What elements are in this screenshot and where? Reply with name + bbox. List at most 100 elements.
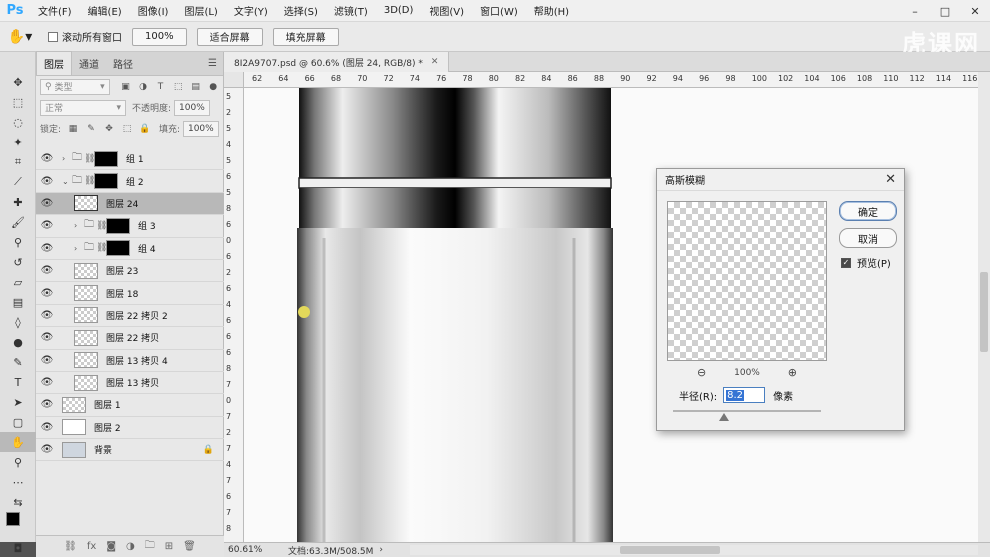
layer-row[interactable]: 👁 › 🗀 ⛓ 组 4: [36, 238, 224, 260]
filter-smart-object-icon[interactable]: ▤: [190, 81, 202, 93]
ruler-origin[interactable]: [224, 72, 244, 88]
visibility-eye-icon[interactable]: 👁: [36, 422, 58, 433]
menu-select[interactable]: 选择(S): [276, 3, 326, 18]
tab-paths[interactable]: 路径: [106, 52, 140, 75]
menu-type[interactable]: 文字(Y): [226, 3, 276, 18]
layer-filter-select[interactable]: ⚲ 类型 ▾: [40, 78, 110, 95]
document-tab[interactable]: 8I2A9707.psd @ 60.6% (图层 24, RGB/8) * ✕: [224, 52, 450, 72]
layer-row[interactable]: 👁 图层 2: [36, 417, 224, 440]
visibility-eye-icon[interactable]: 👁: [36, 243, 58, 254]
layer-row-background[interactable]: 👁 背景 🔒: [36, 439, 224, 462]
menu-file[interactable]: 文件(F): [30, 3, 80, 18]
checkmark-icon[interactable]: ✓: [841, 257, 851, 268]
maximize-button[interactable]: □: [930, 0, 960, 22]
preview-checkbox[interactable]: ✓ 预览(P): [841, 255, 891, 270]
visibility-eye-icon[interactable]: 👁: [36, 220, 58, 231]
layer-row[interactable]: 👁 图层 18: [36, 282, 224, 305]
scroll-thumb[interactable]: [980, 272, 988, 352]
filter-shape-icon[interactable]: ⬚: [172, 81, 184, 93]
visibility-eye-icon[interactable]: 👁: [36, 332, 58, 343]
layer-row-selected[interactable]: 👁 图层 24: [36, 192, 224, 216]
horizontal-scrollbar[interactable]: [410, 545, 978, 555]
zoom-out-icon[interactable]: ⊖: [697, 366, 706, 379]
layer-row[interactable]: 👁 图层 22 拷贝: [36, 327, 224, 350]
scroll-all-windows-checkbox[interactable]: 滚动所有窗口: [48, 29, 122, 44]
filter-toggle-icon[interactable]: ●: [207, 81, 219, 93]
clone-stamp-tool-icon[interactable]: ⚲: [0, 232, 36, 252]
filter-pixel-icon[interactable]: ▣: [120, 81, 132, 93]
visibility-eye-icon[interactable]: 👁: [36, 265, 58, 276]
chevron-right-icon[interactable]: ›: [74, 244, 84, 253]
brush-tool-icon[interactable]: 🖌: [0, 212, 36, 232]
menu-window[interactable]: 窗口(W): [472, 3, 526, 18]
marquee-tool-icon[interactable]: ⬚: [0, 92, 36, 112]
close-icon[interactable]: ✕: [885, 172, 896, 187]
vertical-scrollbar[interactable]: [978, 72, 990, 542]
layer-row[interactable]: 👁 › 🗀 ⛓ 组 3: [36, 215, 224, 238]
menu-view[interactable]: 视图(V): [421, 3, 472, 18]
blur-tool-icon[interactable]: ◊: [0, 312, 36, 332]
layer-row[interactable]: 👁 图层 22 拷贝 2: [36, 305, 224, 328]
menu-image[interactable]: 图像(I): [130, 3, 177, 18]
blur-preview-area[interactable]: [667, 201, 827, 361]
lock-transparent-icon[interactable]: ▦: [67, 123, 79, 135]
layer-row[interactable]: 👁 图层 13 拷贝: [36, 372, 224, 395]
chevron-right-icon[interactable]: ›: [62, 154, 72, 163]
magic-wand-tool-icon[interactable]: ✦: [0, 132, 36, 152]
history-brush-tool-icon[interactable]: ↺: [0, 252, 36, 272]
blend-mode-select[interactable]: 正常 ▾: [40, 99, 126, 116]
quick-mask-icon[interactable]: ◘: [0, 538, 36, 557]
add-mask-icon[interactable]: ◙: [106, 541, 116, 552]
fill-screen-button[interactable]: 填充屏幕: [272, 27, 339, 46]
menu-filter[interactable]: 滤镜(T): [326, 3, 376, 18]
lock-artboard-icon[interactable]: ⬚: [121, 123, 133, 135]
type-tool-icon[interactable]: T: [0, 372, 36, 392]
move-tool-icon[interactable]: ✥: [0, 72, 36, 92]
crop-tool-icon[interactable]: ⌗: [0, 152, 36, 172]
ok-button[interactable]: 确定: [839, 201, 897, 221]
layer-row[interactable]: 👁 图层 1: [36, 394, 224, 417]
visibility-eye-icon[interactable]: 👁: [36, 288, 58, 299]
lock-all-icon[interactable]: 🔒: [139, 123, 151, 135]
visibility-eye-icon[interactable]: 👁: [36, 176, 58, 187]
tab-layers[interactable]: 图层: [36, 51, 72, 75]
fill-field[interactable]: 100%: [182, 120, 219, 137]
close-window-button[interactable]: ✕: [960, 0, 990, 22]
chevron-right-icon[interactable]: ›: [74, 221, 84, 230]
hand-tool-icon[interactable]: ✋: [0, 432, 36, 452]
layer-row[interactable]: 👁 ⌄ 🗀 ⛓ 组 2: [36, 170, 224, 193]
visibility-eye-icon[interactable]: 👁: [36, 198, 58, 209]
layer-row[interactable]: 👁 图层 23: [36, 260, 224, 283]
zoom-tool-icon[interactable]: ⚲: [0, 452, 36, 472]
visibility-eye-icon[interactable]: 👁: [36, 310, 58, 321]
dodge-tool-icon[interactable]: ●: [0, 332, 36, 352]
opacity-field[interactable]: 100%: [174, 99, 211, 116]
filter-adjustment-icon[interactable]: ◑: [137, 81, 149, 93]
gradient-tool-icon[interactable]: ▤: [0, 292, 36, 312]
zoom-level[interactable]: 60.61%: [224, 545, 264, 555]
pen-tool-icon[interactable]: ✎: [0, 352, 36, 372]
horizontal-ruler[interactable]: 62 64 66 68 70 72 74 76 78 80 82 84 86 88 90 92 94 96 98 10…: [244, 72, 978, 88]
radius-slider-thumb[interactable]: [719, 413, 729, 421]
rectangle-tool-icon[interactable]: ▢: [0, 412, 36, 432]
panel-menu-icon[interactable]: ☰: [208, 58, 217, 69]
path-selection-tool-icon[interactable]: ➤: [0, 392, 36, 412]
zoom-100-button[interactable]: 100%: [132, 27, 187, 46]
vertical-ruler[interactable]: 5 2 5 4 5 6 5 8 6 0 6 2 6 4 6 6 6 8 7 0 7 2 7 4 7 6 7 8: [224, 88, 244, 542]
visibility-eye-icon[interactable]: 👁: [36, 444, 58, 455]
layer-row[interactable]: 👁 › 🗀 ⛓ 组 1: [36, 148, 224, 171]
layer-style-icon[interactable]: fx: [87, 541, 96, 552]
zoom-in-icon[interactable]: ⊕: [788, 366, 797, 379]
visibility-eye-icon[interactable]: 👁: [36, 377, 58, 388]
filter-type-icon[interactable]: T: [155, 81, 167, 93]
swap-colors-icon[interactable]: ⇆: [0, 492, 36, 512]
eyedropper-tool-icon[interactable]: ⟋: [0, 172, 36, 192]
new-layer-icon[interactable]: ⊞: [165, 541, 173, 552]
tab-channels[interactable]: 通道: [72, 52, 106, 75]
close-tab-icon[interactable]: ✕: [431, 57, 439, 67]
menu-3d[interactable]: 3D(D): [376, 5, 422, 16]
chevron-right-icon[interactable]: ›: [379, 545, 383, 555]
layer-row[interactable]: 👁 图层 13 拷贝 4: [36, 350, 224, 372]
adjustment-layer-icon[interactable]: ◑: [126, 541, 135, 552]
visibility-eye-icon[interactable]: 👁: [36, 153, 58, 164]
